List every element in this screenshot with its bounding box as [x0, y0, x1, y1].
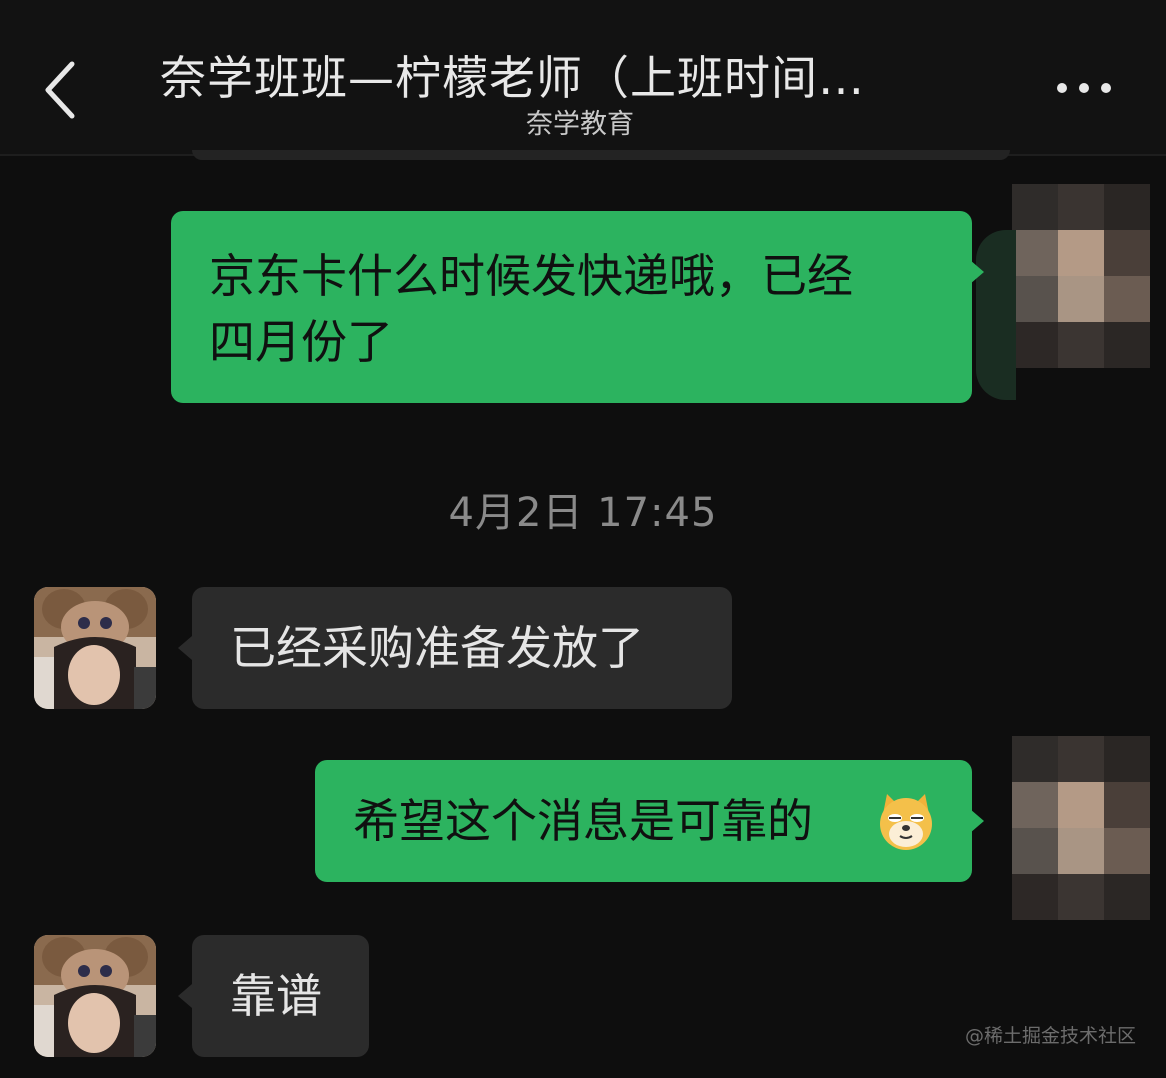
- message-bubble-received[interactable]: 靠谱: [192, 935, 369, 1057]
- message-text: 希望这个消息是可靠的: [353, 794, 813, 848]
- bubble-tail: [178, 984, 192, 1008]
- bubble-tail: [970, 809, 984, 833]
- bubble-tail: [178, 636, 192, 660]
- message-bubble-sent[interactable]: 希望这个消息是可靠的: [315, 760, 972, 882]
- message-bubble-received[interactable]: 已经采购准备发放了: [192, 587, 732, 709]
- contact-avatar[interactable]: [34, 935, 156, 1057]
- contact-avatar[interactable]: [34, 587, 156, 709]
- previous-message-edge: [192, 150, 1010, 160]
- chat-title: 奈学班班—柠檬老师（上班时间…: [160, 51, 865, 105]
- message-text: 已经采购准备发放了: [230, 621, 644, 675]
- message-text: 四月份了: [209, 315, 393, 369]
- message-text: 京东卡什么时候发快递哦，已经: [209, 249, 853, 303]
- doge-emoji-icon: [880, 794, 932, 850]
- watermark: @稀土掘金技术社区: [964, 1025, 1136, 1047]
- message-bubble-sent[interactable]: 京东卡什么时候发快递哦，已经 四月份了: [171, 211, 972, 403]
- own-avatar-pixelated[interactable]: [1012, 184, 1150, 368]
- more-button[interactable]: [1054, 76, 1114, 100]
- avatar-image: [34, 587, 156, 709]
- chat-header: 奈学班班—柠檬老师（上班时间… 奈学教育: [0, 0, 1166, 156]
- avatar-shadow: [976, 230, 1016, 400]
- message-timestamp: 4月2日 17:45: [448, 490, 718, 536]
- own-avatar-pixelated[interactable]: [1012, 736, 1150, 920]
- message-text: 靠谱: [230, 969, 322, 1023]
- avatar-image: [34, 935, 156, 1057]
- chat-subtitle: 奈学教育: [526, 109, 634, 140]
- more-dots-icon: [1057, 83, 1111, 93]
- bubble-tail: [970, 260, 984, 284]
